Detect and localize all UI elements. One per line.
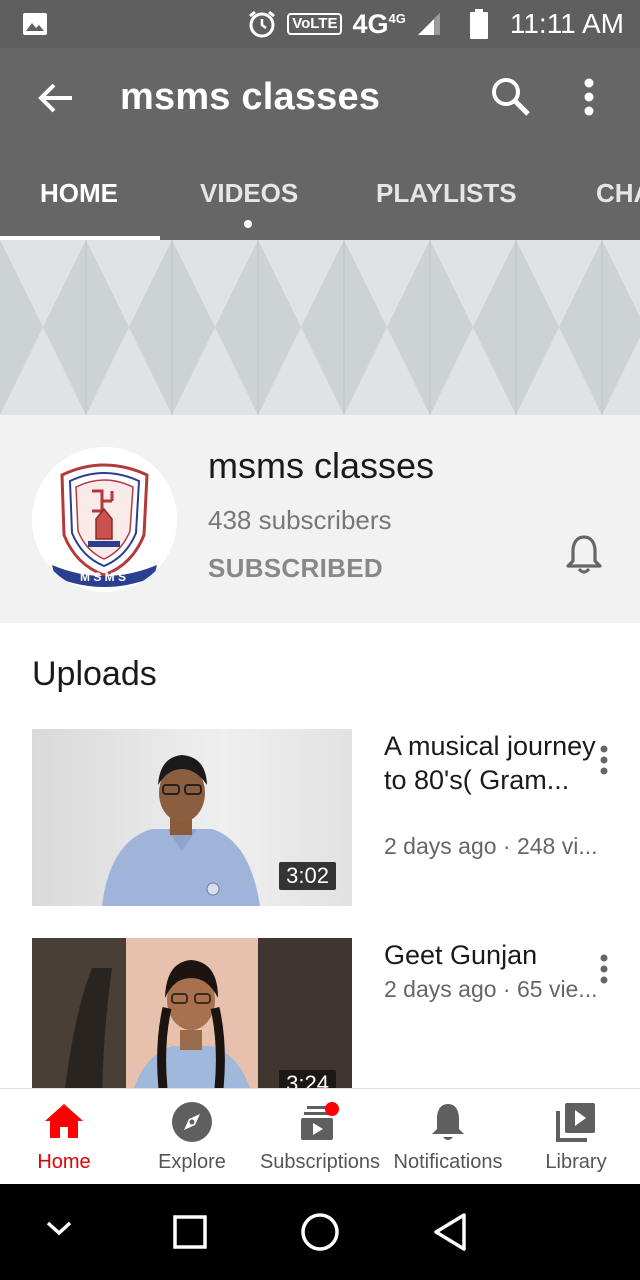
more-vert-icon (584, 78, 594, 116)
tab-home[interactable]: HOME (40, 168, 118, 240)
video-item[interactable]: 3:24 Geet Gunjan 2 days ago · 65 vie... (0, 938, 640, 1088)
search-icon (492, 78, 530, 116)
nav-subscriptions[interactable]: Subscriptions (256, 1089, 384, 1185)
more-options-button[interactable] (582, 76, 596, 123)
back-triangle-icon (434, 1213, 466, 1251)
video-title[interactable]: Geet Gunjan (384, 938, 604, 972)
banner-pattern (0, 240, 640, 415)
network-type: 4G4G (352, 8, 406, 39)
nav-notifications[interactable]: Notifications (384, 1089, 512, 1185)
nav-home[interactable]: Home (0, 1089, 128, 1185)
channel-avatar[interactable]: M S M S (32, 447, 177, 592)
school-logo: M S M S (32, 447, 177, 592)
channel-tabs: HOME VIDEOS PLAYLISTS CHA (0, 168, 640, 240)
tab-channels[interactable]: CHA (596, 168, 640, 240)
thumbnail-image (32, 938, 352, 1088)
status-time: 11:11 AM (509, 8, 624, 39)
video-meta: 2 days ago · 248 vi... (384, 833, 598, 859)
channel-header: M S M S msms classes 438 subscribers SUB… (0, 415, 640, 623)
video-thumbnail[interactable]: 3:24 (32, 938, 352, 1088)
system-navigation-bar (0, 1184, 640, 1280)
video-title[interactable]: A musical journey to 80's( Gram... (384, 729, 604, 797)
uploads-section-title: Uploads (32, 655, 157, 693)
nav-notifications-label: Notifications (393, 1151, 503, 1173)
signal-icon (417, 13, 440, 35)
home-circle-icon (301, 1213, 339, 1251)
library-icon (556, 1103, 595, 1142)
nav-library[interactable]: Library (512, 1089, 640, 1185)
new-content-badge (325, 1102, 339, 1116)
notifications-icon (432, 1104, 464, 1140)
home-system-button[interactable] (300, 1212, 340, 1257)
new-content-dot (244, 220, 252, 228)
nav-library-label: Library (545, 1151, 607, 1173)
subscriber-count: 438 subscribers (208, 505, 392, 535)
channel-banner (0, 240, 640, 415)
video-more-button[interactable] (596, 954, 612, 989)
app-bar: msms classes HOME VIDEOS PLAYLISTS CHA (0, 48, 640, 240)
image-icon (23, 13, 47, 35)
channel-name: msms classes (208, 445, 435, 486)
status-bar: VoLTE 4G4G 11:11 AM (0, 0, 640, 48)
video-duration: 3:02 (279, 862, 336, 890)
video-more-button[interactable] (596, 745, 612, 780)
subscriptions-icon (301, 1102, 339, 1140)
video-item[interactable]: 3:02 A musical journey to 80's( Gram... … (0, 729, 640, 909)
bottom-navigation: Home Explore Subscriptions Notifications (0, 1088, 640, 1184)
subscribed-button[interactable]: SUBSCRIBED (208, 553, 383, 584)
nav-explore[interactable]: Explore (128, 1089, 256, 1185)
video-duration: 3:24 (279, 1070, 336, 1088)
notification-bell-button[interactable] (564, 533, 604, 580)
alarm-icon (249, 10, 276, 38)
page-title: msms classes (120, 76, 381, 118)
nav-home-label: Home (37, 1151, 91, 1173)
recents-icon (173, 1215, 207, 1249)
home-icon (45, 1104, 83, 1138)
back-arrow-icon (38, 83, 72, 113)
bell-icon (566, 535, 602, 574)
volte-badge: VoLTE (287, 13, 343, 35)
battery-icon (469, 9, 488, 39)
nav-explore-label: Explore (158, 1151, 226, 1173)
collapse-icon (46, 1221, 72, 1236)
more-vert-icon (600, 954, 608, 984)
collapse-button[interactable] (44, 1218, 74, 1243)
back-button[interactable] (36, 78, 76, 123)
more-vert-icon (600, 745, 608, 775)
tab-playlists[interactable]: PLAYLISTS (376, 168, 517, 240)
video-thumbnail[interactable]: 3:02 (32, 729, 352, 906)
video-meta: 2 days ago · 65 vie... (384, 976, 598, 1002)
tab-videos[interactable]: VIDEOS (200, 168, 298, 240)
logo-monogram: M S M S (80, 570, 126, 584)
nav-subscriptions-label: Subscriptions (259, 1151, 381, 1173)
back-system-button[interactable] (432, 1212, 468, 1257)
search-button[interactable] (490, 76, 532, 123)
recents-button[interactable] (173, 1215, 207, 1254)
explore-icon (172, 1102, 212, 1142)
